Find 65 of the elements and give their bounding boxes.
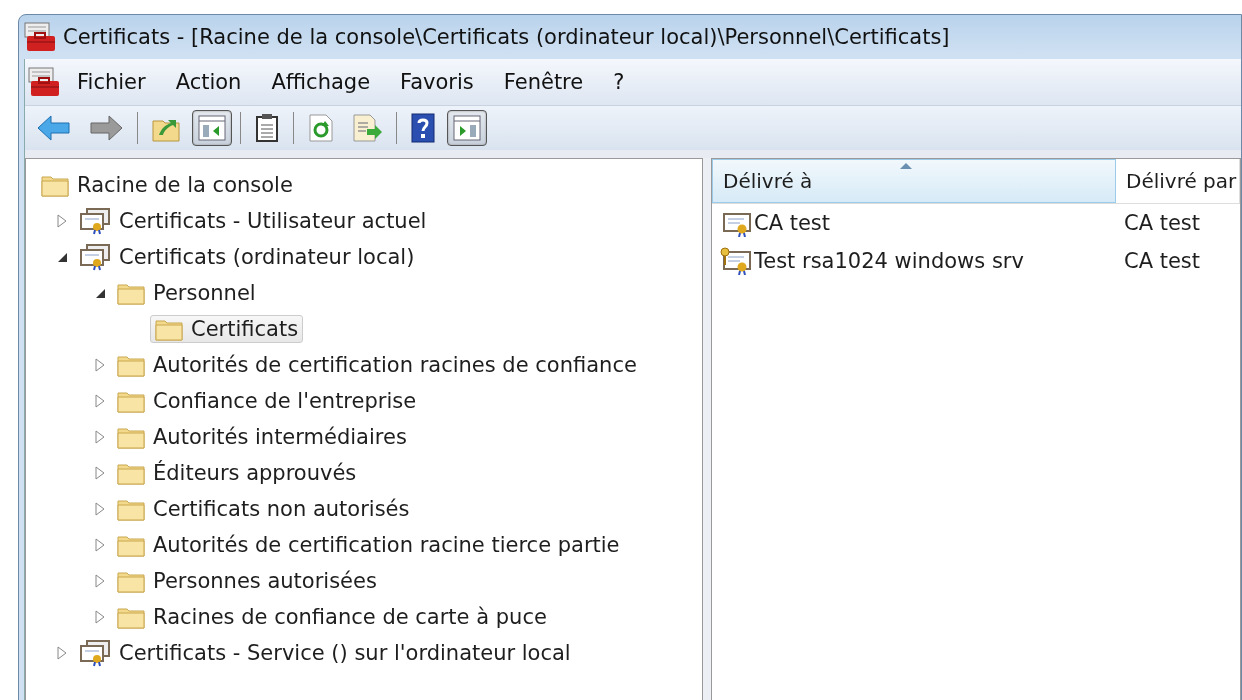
- certificate-key-icon: [720, 247, 752, 275]
- clipboard-icon[interactable]: [254, 113, 280, 143]
- expand-triangle-icon[interactable]: [94, 394, 106, 408]
- folder-icon: [117, 281, 145, 305]
- folder-icon: [117, 605, 145, 629]
- menu-item[interactable]: Fenêtre: [489, 66, 598, 98]
- expand-triangle-icon[interactable]: [56, 214, 68, 228]
- tree-item[interactable]: Personnes autorisées: [112, 567, 382, 595]
- tree-item[interactable]: Autorités de certification racines de confiance: [112, 351, 642, 379]
- folder-icon: [117, 533, 145, 557]
- action-pane-icon[interactable]: [452, 114, 482, 142]
- expand-triangle-icon[interactable]: [94, 430, 106, 444]
- expand-triangle-icon[interactable]: [94, 574, 106, 588]
- tree-item[interactable]: Personnel: [112, 279, 261, 307]
- folder-icon: [41, 173, 69, 197]
- folder-icon: [117, 461, 145, 485]
- app-icon: [23, 21, 57, 53]
- certificate-store-icon: [79, 639, 111, 667]
- certificate-store-icon: [79, 207, 111, 235]
- table-cell-text: CA test: [1123, 211, 1202, 235]
- tree-item[interactable]: Racines de confiance de carte à puce: [112, 603, 552, 631]
- help-icon[interactable]: [410, 113, 436, 143]
- tree-item[interactable]: Éditeurs approuvés: [112, 459, 362, 487]
- forward-arrow-icon[interactable]: [88, 113, 124, 143]
- tree-item[interactable]: Confiance de l'entreprise: [112, 387, 422, 415]
- folder-icon: [117, 389, 145, 413]
- menu-item[interactable]: Favoris: [386, 66, 488, 98]
- tree-pane-icon[interactable]: [197, 114, 227, 142]
- console-icon: [27, 66, 61, 98]
- expand-triangle-icon[interactable]: [94, 466, 106, 480]
- sort-arrow-icon: [899, 162, 913, 170]
- collapse-triangle-icon[interactable]: [94, 287, 106, 299]
- tree-item[interactable]: Certificats - Service () sur l'ordinateur local: [74, 637, 576, 669]
- folder-icon: [117, 497, 145, 521]
- expand-triangle-icon[interactable]: [94, 538, 106, 552]
- expand-triangle-icon[interactable]: [94, 358, 106, 372]
- table-cell: CA test: [712, 209, 1114, 237]
- expand-triangle-icon[interactable]: [56, 646, 68, 660]
- tree-item[interactable]: Autorités de certification racine tierce partie: [112, 531, 625, 559]
- menu-item[interactable]: ?: [599, 66, 639, 98]
- menu-item[interactable]: Action: [161, 66, 256, 98]
- tree-item[interactable]: Autorités intermédiaires: [112, 423, 412, 451]
- expand-triangle-icon[interactable]: [94, 610, 106, 624]
- tree-item[interactable]: Certificats - Utilisateur actuel: [74, 205, 432, 237]
- collapse-triangle-icon[interactable]: [56, 251, 68, 263]
- tree-item[interactable]: Certificats (ordinateur local): [74, 241, 420, 273]
- back-arrow-icon[interactable]: [36, 113, 72, 143]
- tree-item[interactable]: Racine de la console: [36, 171, 298, 199]
- certificate-store-icon: [79, 243, 111, 271]
- tree-item[interactable]: Certificats non autorisés: [112, 495, 415, 523]
- table-cell: Test rsa1024 windows srv: [712, 247, 1114, 275]
- menu-item[interactable]: Fichier: [63, 66, 160, 98]
- column-header[interactable]: Délivré par: [1116, 159, 1240, 203]
- menu-item[interactable]: Affichage: [257, 66, 385, 98]
- folder-icon: [117, 569, 145, 593]
- column-header[interactable]: Délivré à: [712, 159, 1116, 203]
- folder-icon: [155, 317, 183, 341]
- table-cell-text: CA test: [1123, 249, 1202, 273]
- refresh-icon[interactable]: [307, 113, 335, 143]
- export-list-icon[interactable]: [351, 113, 383, 143]
- folder-icon: [117, 353, 145, 377]
- expand-triangle-icon[interactable]: [94, 502, 106, 516]
- tree-item[interactable]: Certificats: [150, 315, 304, 343]
- window-title: Certificats - [Racine de la console\Certificats (ordinateur local)\Personnel\Certificats]: [63, 25, 950, 49]
- folder-icon: [117, 425, 145, 449]
